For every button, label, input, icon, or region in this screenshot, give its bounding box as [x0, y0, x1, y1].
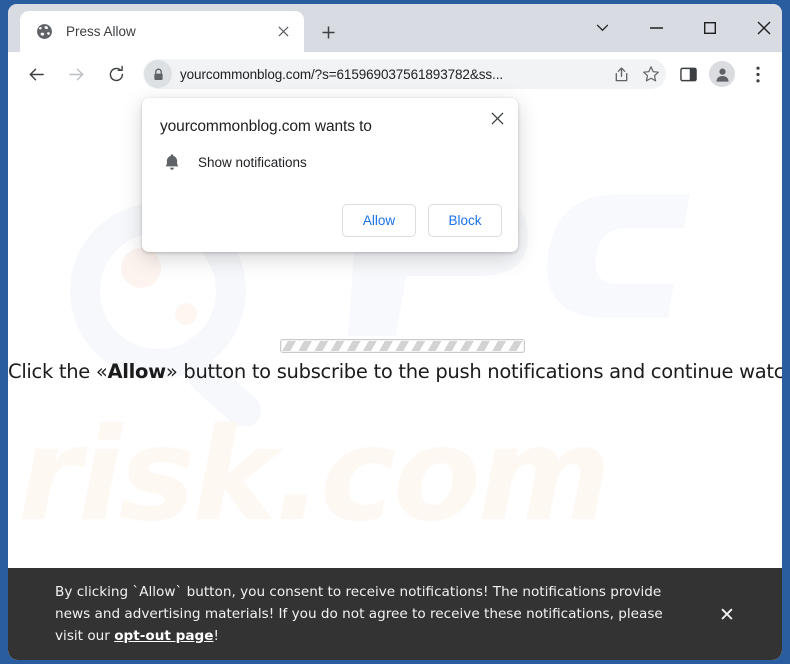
dialog-permission-label: Show notifications [198, 154, 307, 170]
globe-icon [37, 24, 52, 39]
three-dots-vertical-icon [756, 66, 760, 82]
share-button[interactable] [606, 59, 636, 89]
avatar [709, 61, 735, 87]
close-icon [757, 21, 771, 35]
close-icon [490, 111, 504, 125]
url-text: yourcommonblog.com/?s=615969037561893782… [180, 66, 503, 82]
star-icon [643, 66, 659, 82]
browser-toolbar: yourcommonblog.com/?s=615969037561893782… [8, 52, 782, 96]
bell-icon [160, 150, 184, 174]
minimize-button[interactable] [634, 12, 678, 44]
minimize-icon [649, 27, 663, 29]
maximize-button[interactable] [688, 12, 732, 44]
tab-close-button[interactable] [270, 19, 296, 45]
dialog-button-row: Allow Block [342, 204, 502, 237]
close-icon [277, 26, 289, 37]
tab-search-button[interactable] [580, 12, 624, 44]
notification-permission-dialog: yourcommonblog.com wants to Show notific… [142, 98, 518, 252]
side-panel-icon [679, 67, 697, 81]
browser-menu-button[interactable] [742, 58, 774, 90]
allow-button[interactable]: Allow [342, 204, 416, 237]
risk-com-watermark: risk.com [18, 401, 611, 550]
window-frame: Press Allow yourcommonblog.com/?s=615969… [0, 0, 790, 664]
site-info-button[interactable] [144, 60, 172, 88]
reload-button[interactable] [100, 58, 132, 90]
window-close-button[interactable] [742, 12, 782, 44]
block-button[interactable]: Block [428, 204, 502, 237]
tab-title: Press Allow [66, 24, 136, 39]
instruction-suffix: » button to subscribe to the push notifi… [165, 360, 782, 383]
dialog-permission-row: Show notifications [160, 150, 307, 174]
person-icon [715, 68, 729, 82]
consent-text: By clicking `Allow` button, you consent … [55, 581, 673, 647]
arrow-left-icon [28, 68, 44, 80]
instruction-prefix: Click the « [8, 360, 108, 383]
reload-icon [109, 65, 123, 81]
dialog-close-button[interactable] [484, 105, 510, 131]
lock-icon [153, 68, 163, 80]
bookmark-button[interactable] [636, 59, 666, 89]
page-instruction: Click the «Allow» button to subscribe to… [8, 360, 782, 383]
side-panel-button[interactable] [672, 58, 704, 90]
forward-button[interactable] [60, 58, 92, 90]
instruction-bold-allow: Allow [107, 360, 167, 383]
loading-progress-bar [280, 339, 525, 353]
omnibox-actions [606, 59, 666, 89]
new-tab-button[interactable] [314, 18, 342, 46]
maximize-icon [704, 22, 716, 34]
arrow-right-icon [68, 68, 84, 80]
consent-text-part2: ! [213, 628, 219, 644]
tab-strip: Press Allow [8, 4, 782, 52]
dialog-title: yourcommonblog.com wants to [160, 118, 372, 135]
profile-button[interactable] [706, 58, 738, 90]
browser-tab[interactable]: Press Allow [20, 11, 304, 52]
address-bar[interactable]: yourcommonblog.com/?s=615969037561893782… [143, 59, 666, 89]
share-icon [615, 66, 627, 81]
back-button[interactable] [20, 58, 52, 90]
consent-bar: By clicking `Allow` button, you consent … [8, 568, 782, 660]
plus-icon [322, 26, 334, 38]
browser-window: Press Allow yourcommonblog.com/?s=615969… [8, 4, 782, 660]
opt-out-page-link[interactable]: opt-out page [114, 628, 213, 644]
consent-close-button[interactable]: ✕ [713, 601, 741, 629]
bell-icon-glyph [165, 154, 179, 170]
chevron-down-icon [596, 24, 608, 32]
